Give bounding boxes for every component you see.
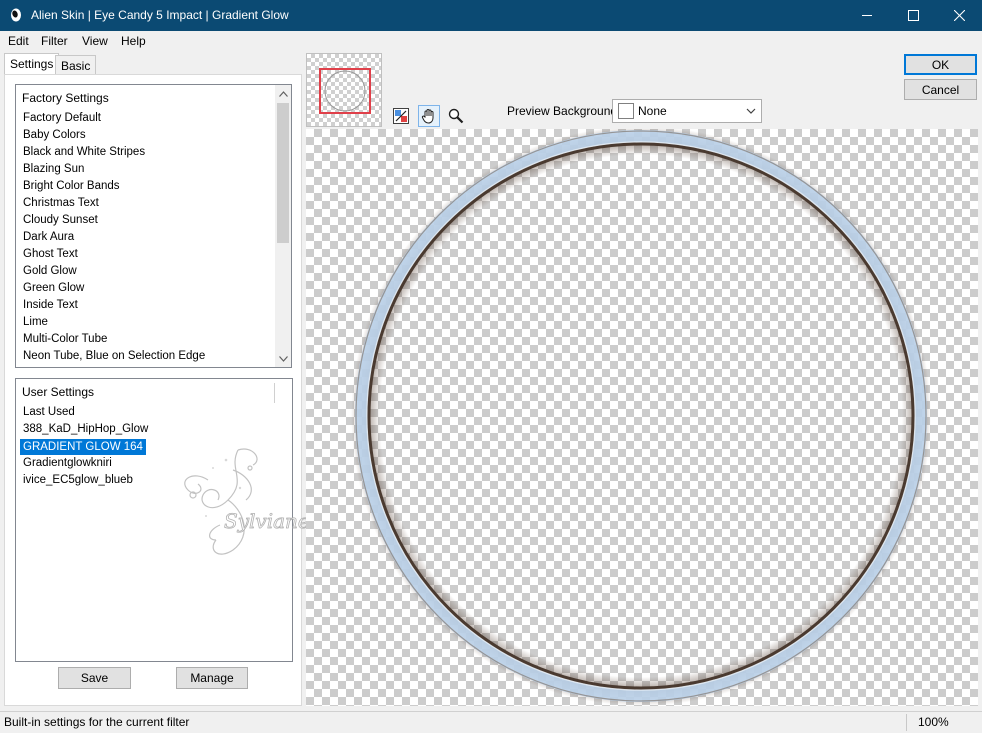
user-settings-header: User Settings	[22, 385, 95, 399]
cancel-button[interactable]: Cancel	[904, 79, 977, 100]
list-item[interactable]: Bright Color Bands	[22, 180, 121, 192]
minimize-button[interactable]	[844, 0, 890, 31]
close-window-button[interactable]	[936, 0, 982, 31]
header-divider	[274, 383, 275, 403]
list-item[interactable]: 388_KaD_HipHop_Glow	[22, 423, 149, 435]
scroll-up-arrow-icon[interactable]	[275, 85, 291, 102]
preview-toggle-icon	[393, 108, 409, 124]
maximize-button[interactable]	[890, 0, 936, 31]
hand-tool-button[interactable]	[418, 105, 440, 127]
menu-edit[interactable]: Edit	[8, 34, 29, 48]
menu-help[interactable]: Help	[121, 34, 146, 48]
selected-list-item[interactable]: GRADIENT GLOW 164	[20, 439, 146, 455]
status-text: Built-in settings for the current filter	[4, 715, 190, 729]
list-item[interactable]: Baby Colors	[22, 129, 87, 141]
list-item[interactable]: Neon Tube, Blue on Selection Edge	[22, 350, 206, 362]
preview-background-select[interactable]: None	[612, 99, 762, 123]
hand-icon	[421, 109, 434, 124]
tab-basic[interactable]: Basic	[55, 55, 97, 74]
list-item[interactable]: ivice_EC5glow_blueb	[22, 474, 134, 486]
zoom-icon	[448, 108, 464, 124]
menu-view[interactable]: View	[82, 34, 108, 48]
scroll-down-arrow-icon[interactable]	[275, 350, 291, 367]
tab-settings[interactable]: Settings	[4, 53, 60, 75]
list-item[interactable]: Lime	[22, 316, 49, 328]
factory-list-scrollbar[interactable]	[275, 85, 291, 367]
background-swatch	[618, 103, 634, 119]
scrollbar-thumb[interactable]	[277, 103, 289, 243]
window-title: Alien Skin | Eye Candy 5 Impact | Gradie…	[31, 8, 289, 22]
list-item[interactable]: Blazing Sun	[22, 163, 85, 175]
menu-bar: Edit Filter View Help	[0, 31, 982, 51]
navigator-viewport-frame[interactable]	[319, 68, 371, 114]
zoom-tool-button[interactable]	[445, 105, 467, 127]
factory-settings-header: Factory Settings	[22, 91, 109, 105]
title-bar: Alien Skin | Eye Candy 5 Impact | Gradie…	[0, 0, 982, 31]
manage-button[interactable]: Manage	[176, 667, 248, 689]
list-item[interactable]: Dark Aura	[22, 231, 75, 243]
list-item[interactable]: Gradientglowkniri	[22, 457, 113, 469]
status-bar: Built-in settings for the current filter…	[0, 711, 982, 733]
status-separator	[906, 714, 907, 731]
list-item[interactable]: Inside Text	[22, 299, 79, 311]
save-button[interactable]: Save	[58, 667, 131, 689]
list-item[interactable]: Ghost Text	[22, 248, 79, 260]
close-icon	[953, 10, 965, 21]
list-item[interactable]: Cloudy Sunset	[22, 214, 99, 226]
list-item[interactable]: Green Glow	[22, 282, 85, 294]
minimize-icon	[861, 15, 872, 16]
chevron-down-icon	[746, 108, 756, 114]
list-item[interactable]: Last Used	[22, 406, 76, 418]
ok-button[interactable]: OK	[904, 54, 977, 75]
alien-skin-app-icon[interactable]	[9, 8, 23, 22]
list-item[interactable]: Gold Glow	[22, 265, 78, 277]
preview-navigator-thumbnail[interactable]	[306, 53, 382, 127]
list-item[interactable]: Christmas Text	[22, 197, 100, 209]
list-item[interactable]: Black and White Stripes	[22, 146, 146, 158]
sylviane-watermark-logo: Sylviane	[184, 448, 310, 555]
menu-filter[interactable]: Filter	[41, 34, 68, 48]
zoom-level: 100%	[918, 715, 949, 729]
preview-toggle-button[interactable]	[390, 105, 412, 127]
preview-canvas[interactable]	[306, 129, 978, 706]
list-item[interactable]: Factory Default	[22, 112, 102, 124]
svg-text:Sylviane: Sylviane	[224, 509, 310, 533]
gradient-glow-preview	[351, 129, 931, 706]
maximize-icon	[907, 10, 919, 21]
list-item[interactable]: Multi-Color Tube	[22, 333, 108, 345]
preview-background-value: None	[638, 104, 667, 118]
factory-settings-list[interactable]: Factory Settings Factory Default Baby Co…	[15, 84, 292, 368]
preview-background-label: Preview Background:	[507, 104, 621, 118]
settings-panel: Factory Settings Factory Default Baby Co…	[4, 74, 302, 706]
